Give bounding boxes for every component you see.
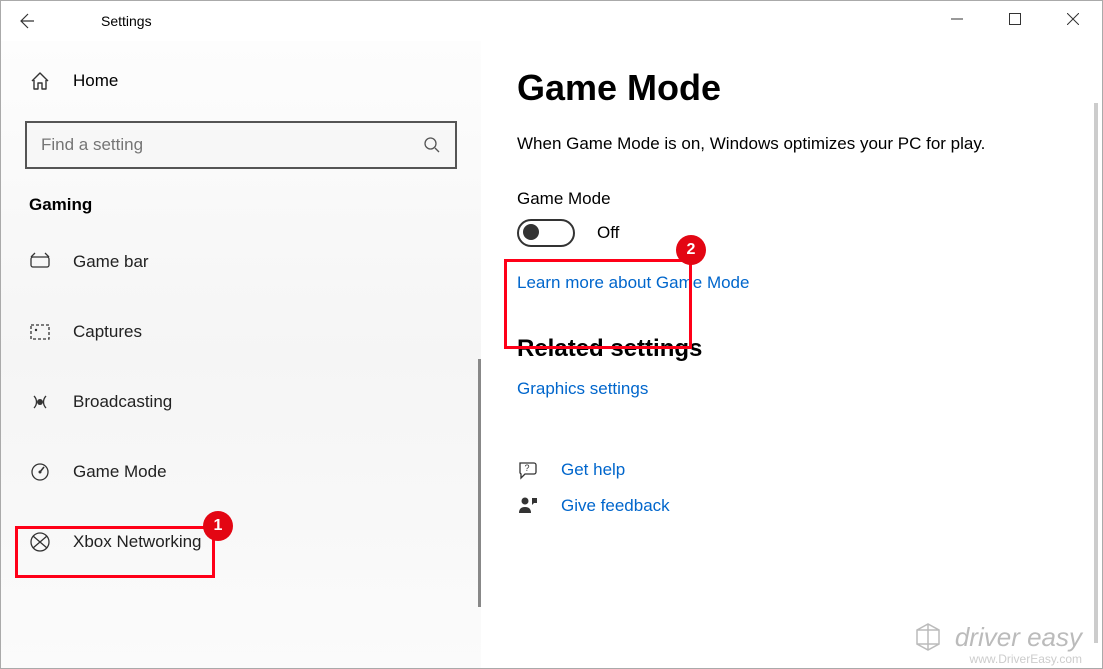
sidebar-item-label: Broadcasting [73,392,172,412]
sidebar-category: Gaming [29,195,481,215]
sidebar-item-broadcasting[interactable]: Broadcasting [1,367,481,437]
sidebar-item-game-bar[interactable]: Game bar [1,227,481,297]
window-title: Settings [101,13,152,29]
maximize-button[interactable] [986,1,1044,37]
sidebar: Home Gaming Game bar Captures [1,41,481,668]
main-scrollbar[interactable] [1094,103,1098,643]
home-icon [29,70,51,92]
svg-text:?: ? [524,463,529,473]
related-settings-heading: Related settings [517,335,1062,363]
home-nav[interactable]: Home [1,51,481,111]
search-icon [423,136,441,154]
xbox-icon [29,531,51,553]
sidebar-item-xbox-networking[interactable]: Xbox Networking [1,507,481,577]
page-title: Game Mode [517,67,1062,109]
graphics-settings-link[interactable]: Graphics settings [517,379,648,399]
main-panel: Game Mode When Game Mode is on, Windows … [481,41,1102,668]
game-mode-toggle-section: Game Mode Off [517,183,705,257]
home-label: Home [73,71,118,91]
search-input[interactable] [41,135,423,155]
sidebar-item-label: Game bar [73,252,149,272]
game-bar-icon [29,251,51,273]
page-description: When Game Mode is on, Windows optimizes … [517,131,1062,157]
toggle-knob [523,224,539,240]
captures-icon [29,321,51,343]
back-button[interactable] [1,1,51,41]
sidebar-item-game-mode[interactable]: Game Mode [1,437,481,507]
search-box[interactable] [25,121,457,169]
sidebar-item-label: Xbox Networking [73,532,202,552]
help-icon: ? [517,459,539,481]
give-feedback-link[interactable]: Give feedback [561,496,670,516]
broadcasting-icon [29,391,51,413]
learn-more-link[interactable]: Learn more about Game Mode [517,273,749,293]
sidebar-item-label: Captures [73,322,142,342]
toggle-state: Off [597,223,619,243]
close-button[interactable] [1044,1,1102,37]
sidebar-item-label: Game Mode [73,462,167,482]
game-mode-toggle[interactable] [517,219,575,247]
toggle-label: Game Mode [517,189,705,209]
gauge-icon [29,461,51,483]
feedback-icon [517,495,539,517]
get-help-link[interactable]: Get help [561,460,625,480]
sidebar-item-captures[interactable]: Captures [1,297,481,367]
minimize-button[interactable] [928,1,986,37]
